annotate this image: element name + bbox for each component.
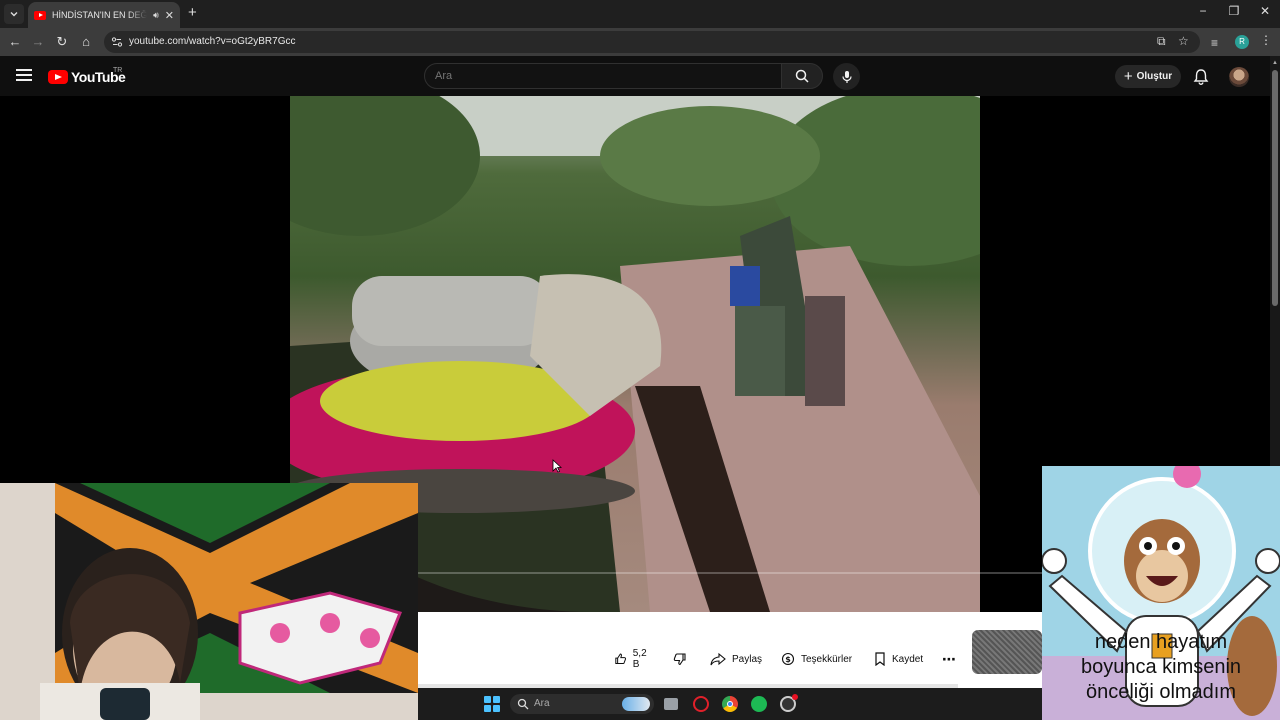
new-tab-button[interactable]: + xyxy=(188,4,197,21)
bookmark-star-icon[interactable]: ☆ xyxy=(1178,34,1189,48)
meme-caption: neden hayatım boyunca kimsenin önceliği … xyxy=(1042,630,1280,705)
like-button[interactable]: 5,2 B xyxy=(606,647,662,671)
more-actions-button[interactable]: ⋯ xyxy=(936,647,962,671)
restore-window-button[interactable]: ❐ xyxy=(1219,4,1249,18)
microphone-icon xyxy=(841,70,852,83)
like-count: 5,2 B xyxy=(632,648,647,670)
webcam-feed-image xyxy=(0,483,418,720)
search-button[interactable] xyxy=(781,63,823,89)
taskbar-search-placeholder: Ara xyxy=(534,698,550,709)
minimize-window-button[interactable]: − xyxy=(1188,4,1218,18)
back-button[interactable]: ← xyxy=(5,33,25,51)
reload-button[interactable]: ↻ xyxy=(52,33,72,51)
region-code: TR xyxy=(113,67,123,74)
meme-caption-line: boyunca kimsenin xyxy=(1080,656,1242,678)
save-label: Kaydet xyxy=(892,653,924,665)
webcam-overlay xyxy=(0,483,418,720)
tab-search-button[interactable] xyxy=(4,4,24,24)
scroll-up-arrow-icon[interactable]: ▲ xyxy=(1272,60,1278,66)
address-bar[interactable]: youtube.com/watch?v=oGt2yBR7Gcc ⧉ ☆ xyxy=(104,31,1200,53)
bookmark-icon xyxy=(875,652,885,666)
more-horizontal-icon: ⋯ xyxy=(942,650,956,667)
opera-browser-icon[interactable] xyxy=(693,696,709,712)
speaker-icon[interactable]: 🔊︎ xyxy=(153,10,159,21)
browser-tab-strip: HİNDİSTAN'IN EN DEĞERSİZ 🔊︎ ✕ + − ❐ ✕ xyxy=(0,0,1280,28)
site-info-icon[interactable] xyxy=(110,35,124,49)
mouse-cursor-icon xyxy=(552,459,562,473)
meme-caption-line: neden hayatım xyxy=(1094,631,1228,653)
create-label: Oluştur xyxy=(1136,71,1173,82)
save-button[interactable]: Kaydet xyxy=(866,647,932,671)
guide-menu-icon[interactable] xyxy=(16,69,32,81)
youtube-play-logo-icon xyxy=(48,70,68,84)
home-button[interactable]: ⌂ xyxy=(76,33,96,51)
chevron-down-icon xyxy=(10,12,18,17)
account-avatar[interactable] xyxy=(1229,67,1249,87)
profile-avatar[interactable]: R xyxy=(1235,35,1249,49)
close-tab-icon[interactable]: ✕ xyxy=(165,9,174,22)
scroll-thumb[interactable] xyxy=(1272,70,1278,306)
create-button[interactable]: + Oluştur xyxy=(1115,65,1181,88)
browser-menu-icon[interactable]: ⋮ xyxy=(1260,33,1272,47)
thanks-label: Teşekkürler xyxy=(801,653,853,665)
spotify-icon[interactable] xyxy=(751,696,767,712)
search-input[interactable] xyxy=(435,70,765,82)
reading-list-icon[interactable]: ≡ xyxy=(1211,36,1218,50)
youtube-masthead: YouTube TR + Oluştur xyxy=(0,56,1270,96)
thumbs-down-icon xyxy=(673,653,686,666)
related-video-thumbnail[interactable] xyxy=(972,630,1042,674)
browser-toolbar: ← → ↻ ⌂ youtube.com/watch?v=oGt2yBR7Gcc … xyxy=(0,28,1280,56)
steam-icon[interactable] xyxy=(780,694,798,712)
url-text: youtube.com/watch?v=oGt2yBR7Gcc xyxy=(129,36,296,47)
search-highlight-icon xyxy=(622,697,650,711)
tab-youtube-video[interactable]: HİNDİSTAN'IN EN DEĞERSİZ 🔊︎ ✕ xyxy=(28,2,180,28)
tab-title: HİNDİSTAN'IN EN DEĞERSİZ xyxy=(52,10,148,20)
thanks-button[interactable]: $ Teşekkürler xyxy=(773,647,861,671)
youtube-favicon-icon xyxy=(34,10,46,20)
chrome-browser-icon[interactable] xyxy=(722,696,738,712)
svg-text:$: $ xyxy=(785,655,791,664)
install-app-icon[interactable]: ⧉ xyxy=(1157,34,1166,49)
video-progress-bar[interactable] xyxy=(418,572,1042,574)
windows-start-icon[interactable] xyxy=(484,696,500,712)
share-button[interactable]: Paylaş xyxy=(702,647,771,671)
taskbar-search-icon xyxy=(517,698,529,710)
taskbar-search-box[interactable]: Ara xyxy=(510,694,654,714)
meme-caption-line: önceliği olmadım xyxy=(1085,681,1237,703)
search-icon xyxy=(795,69,809,83)
notifications-bell-icon[interactable] xyxy=(1191,67,1211,87)
dislike-button[interactable] xyxy=(666,647,694,671)
close-window-button[interactable]: ✕ xyxy=(1250,4,1280,18)
super-thanks-icon: $ xyxy=(781,652,795,666)
share-label: Paylaş xyxy=(732,653,763,665)
thumbs-up-icon xyxy=(615,653,627,665)
share-arrow-icon xyxy=(710,652,726,666)
plus-icon: + xyxy=(1123,68,1133,85)
forward-button[interactable]: → xyxy=(28,33,48,51)
voice-search-button[interactable] xyxy=(833,63,860,90)
search-box[interactable] xyxy=(424,63,782,89)
task-view-icon[interactable] xyxy=(664,698,678,710)
